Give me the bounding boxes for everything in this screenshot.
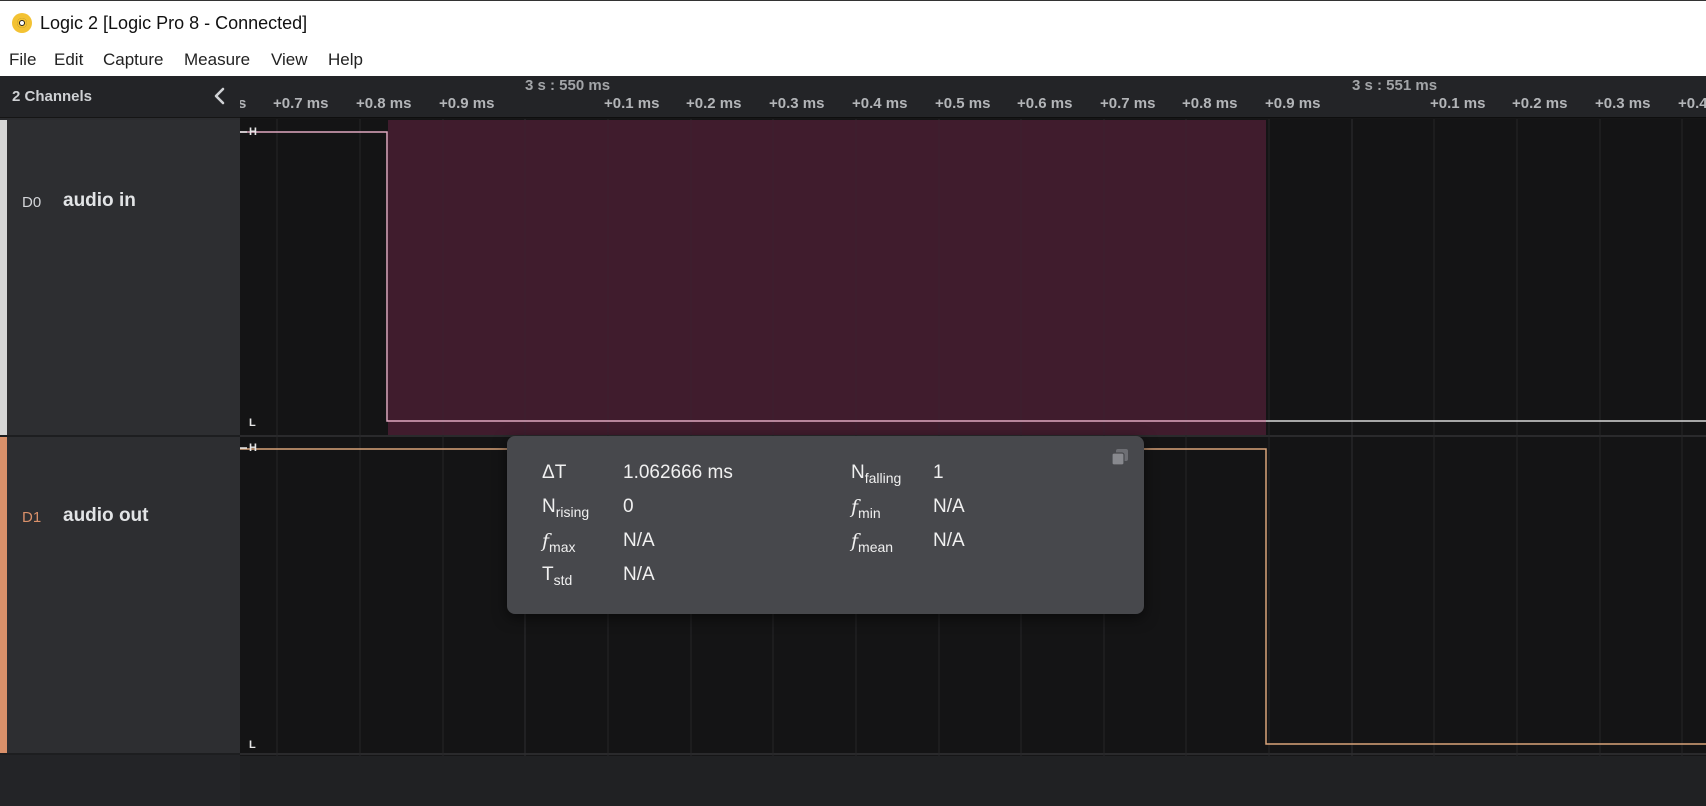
copy-icon[interactable] — [1111, 448, 1129, 466]
channel-name[interactable]: audio in — [63, 190, 136, 212]
sidebar-footer — [0, 755, 240, 806]
measurement-popup: ΔT 1.062666 ms Nrising 0 fmax N/A Tstd N… — [507, 436, 1144, 614]
menu-view[interactable]: View — [271, 50, 308, 70]
menu-bar: File Edit Capture Measure View Help — [0, 46, 1706, 76]
channel-name[interactable]: audio out — [63, 505, 148, 527]
t-std-value: N/A — [623, 564, 655, 585]
channel-count: 2 Channels — [12, 88, 93, 105]
channel-color-stripe — [0, 120, 7, 435]
title-bar: Logic 2 [Logic Pro 8 - Connected] — [0, 0, 1706, 46]
f-min-value: N/A — [933, 496, 965, 517]
f-mean-label: fmean — [851, 530, 894, 555]
t-std-label: Tstd — [542, 564, 573, 588]
n-rising-value: 0 — [623, 496, 634, 517]
menu-capture[interactable]: Capture — [103, 50, 163, 70]
low-level-label: L — [249, 739, 256, 751]
menu-file[interactable]: File — [9, 50, 36, 70]
channels-header: 2 Channels — [0, 76, 240, 118]
channel-sidebar: 2 Channels D0 audio in D1 audio out — [0, 76, 240, 806]
channel-row-d0[interactable]: D0 audio in — [0, 120, 240, 435]
logic-app-icon — [12, 13, 32, 33]
menu-help[interactable]: Help — [328, 50, 363, 70]
channel-id: D0 — [22, 194, 42, 211]
delta-t-value: 1.062666 ms — [623, 462, 733, 483]
n-rising-label: Nrising — [542, 496, 590, 520]
menu-measure[interactable]: Measure — [184, 50, 250, 70]
chevron-left-icon[interactable] — [210, 86, 230, 106]
channel-row-d1[interactable]: D1 audio out — [0, 437, 240, 753]
channel-color-stripe — [0, 437, 7, 753]
high-level-label: H — [249, 126, 257, 138]
selection-region — [388, 120, 1266, 435]
f-min-label: fmin — [851, 496, 881, 521]
n-falling-value: 1 — [933, 462, 944, 483]
delta-t-label: ΔT — [542, 462, 567, 483]
window-title: Logic 2 [Logic Pro 8 - Connected] — [40, 13, 308, 33]
f-mean-value: N/A — [933, 530, 965, 551]
f-max-label: fmax — [542, 530, 576, 555]
menu-edit[interactable]: Edit — [54, 50, 83, 70]
n-falling-label: Nfalling — [851, 462, 902, 486]
high-level-label: H — [249, 442, 257, 454]
channel-id: D1 — [22, 509, 42, 526]
f-max-value: N/A — [623, 530, 655, 551]
low-level-label: L — [249, 417, 256, 429]
